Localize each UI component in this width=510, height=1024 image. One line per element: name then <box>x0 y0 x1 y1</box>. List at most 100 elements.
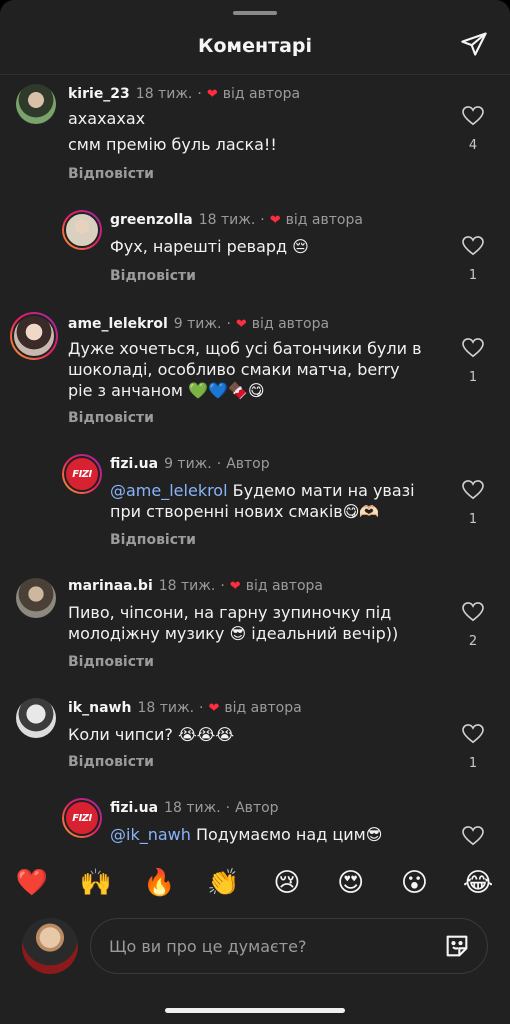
reply-button[interactable]: Відповісти <box>110 532 196 548</box>
username[interactable]: ik_nawh <box>68 700 131 716</box>
like-column: 1 <box>460 338 486 385</box>
comment: greenzolla 18 тиж. · ❤ від автора Фух, на… <box>0 204 510 294</box>
avatar[interactable] <box>16 84 56 124</box>
emoji-raised-hands-button[interactable]: 🙌 <box>76 868 116 898</box>
like-column: 2 <box>460 602 486 649</box>
like-column: 1 <box>460 480 486 527</box>
fizi-logo: FIZI <box>64 456 100 492</box>
avatar[interactable]: FIZI <box>62 454 102 494</box>
reply-button[interactable]: Відповісти <box>110 268 196 284</box>
comment-header: ik_nawh 18 тиж. · ❤ від автора <box>68 700 302 716</box>
liked-by-author: ❤ від автора <box>235 316 330 332</box>
avatar[interactable]: FIZI <box>62 798 102 838</box>
heart-outline-icon[interactable] <box>462 236 484 256</box>
heart-filled-icon: ❤ <box>208 700 220 716</box>
share-button[interactable] <box>458 28 490 60</box>
heart-filled-icon: ❤ <box>269 212 281 228</box>
timestamp: 9 тиж. <box>173 316 222 332</box>
like-count: 2 <box>468 634 478 649</box>
comment-text: Дуже хочеться, щоб усі батончики були в … <box>68 339 422 400</box>
timestamp: 18 тиж. <box>198 212 256 228</box>
emoji-heart-eyes-button[interactable]: 😍 <box>331 868 371 898</box>
avatar[interactable] <box>62 210 102 250</box>
username[interactable]: ame_lelekrol <box>68 316 168 332</box>
comment: kirie_23 18 тиж. · ❤ від автора ахахахах … <box>0 80 510 190</box>
reply-button[interactable]: Відповісти <box>68 654 154 670</box>
timestamp: 18 тиж. <box>137 700 195 716</box>
reply-button[interactable]: Відповісти <box>68 754 154 770</box>
avatar[interactable] <box>16 578 56 618</box>
like-column: 4 <box>460 106 486 153</box>
like-count: 4 <box>468 138 478 153</box>
comment-text: Пиво, чіпсони, на гарну зупиночку під мо… <box>68 603 399 643</box>
heart-outline-icon[interactable] <box>462 826 484 846</box>
header: Коментарі <box>0 26 510 66</box>
liked-by-author: ❤ від автора <box>269 212 363 228</box>
reply-button[interactable]: Відповісти <box>68 410 154 426</box>
timestamp: 18 тиж. <box>158 578 216 594</box>
comment-header: marinaa.bi 18 тиж. · ❤ від автора <box>68 578 323 594</box>
comment-header: kirie_23 18 тиж. · ❤ від автора <box>68 86 300 102</box>
home-indicator[interactable] <box>165 1008 345 1013</box>
mention-link[interactable]: @ame_lelekrol <box>110 481 228 500</box>
send-icon <box>461 32 487 56</box>
heart-filled-icon: ❤ <box>229 578 241 594</box>
comment-input[interactable] <box>109 919 429 973</box>
heart-outline-icon[interactable] <box>462 602 484 622</box>
author-tag: Автор <box>235 800 279 816</box>
username[interactable]: fizi.ua <box>110 456 158 472</box>
like-count: 1 <box>468 512 478 527</box>
sticker-icon[interactable] <box>443 932 471 960</box>
heart-outline-icon[interactable] <box>462 724 484 744</box>
emoji-laugh-button[interactable]: 😂 <box>458 868 498 898</box>
emoji-cry-button[interactable]: 😢 <box>267 868 307 898</box>
comment: FIZI fizi.ua 18 тиж. · Автор @ik_nawh По… <box>0 792 510 854</box>
liked-by-author: ❤ від автора <box>229 578 323 594</box>
separator-dot: · <box>226 316 231 332</box>
like-column <box>460 826 486 846</box>
username[interactable]: fizi.ua <box>110 800 158 816</box>
comment-text: ахахахах смм премію буль ласка!! <box>68 109 277 154</box>
comment: marinaa.bi 18 тиж. · ❤ від автора Пиво, ч… <box>0 570 510 680</box>
emoji-clap-button[interactable]: 👏 <box>203 868 243 898</box>
like-column: 1 <box>460 724 486 771</box>
heart-filled-icon: ❤ <box>235 316 247 332</box>
like-count: 1 <box>468 370 478 385</box>
heart-outline-icon[interactable] <box>462 106 484 126</box>
emoji-fire-button[interactable]: 🔥 <box>139 868 179 898</box>
sheet-grabber[interactable] <box>233 11 277 15</box>
emoji-heart-button[interactable]: ❤️ <box>12 868 52 898</box>
page-title: Коментарі <box>197 35 313 57</box>
reply-button[interactable]: Відповісти <box>68 166 154 182</box>
avatar[interactable] <box>22 918 78 974</box>
emoji-quick-bar: ❤️ 🙌 🔥 👏 😢 😍 😮 😂 <box>0 858 510 908</box>
comment-header: ame_lelekrol 9 тиж. · ❤ від автора <box>68 316 329 332</box>
header-divider <box>0 74 510 75</box>
heart-outline-icon[interactable] <box>462 480 484 500</box>
avatar[interactable] <box>10 312 58 360</box>
comment-input-row <box>0 910 510 980</box>
separator-dot: · <box>220 578 225 594</box>
comment: ik_nawh 18 тиж. · ❤ від автора Коли чипси… <box>0 692 510 786</box>
username[interactable]: marinaa.bi <box>68 578 153 594</box>
avatar[interactable] <box>16 698 56 738</box>
like-count: 1 <box>468 268 478 283</box>
comment-text: @ik_nawh Подумаємо над цим😎 <box>110 825 383 844</box>
heart-filled-icon: ❤ <box>206 86 218 102</box>
timestamp: 18 тиж. <box>164 800 221 816</box>
like-column: 1 <box>460 236 486 283</box>
comment-input-container <box>90 918 488 974</box>
separator-dot: · <box>197 86 202 102</box>
separator-dot: · <box>260 212 265 228</box>
timestamp: 9 тиж. <box>164 456 212 472</box>
username[interactable]: kirie_23 <box>68 86 130 102</box>
heart-outline-icon[interactable] <box>462 338 484 358</box>
comment-header: greenzolla 18 тиж. · ❤ від автора <box>110 212 363 228</box>
emoji-surprised-button[interactable]: 😮 <box>394 868 434 898</box>
mention-link[interactable]: @ik_nawh <box>110 825 191 844</box>
separator-dot: · <box>199 700 204 716</box>
fizi-logo: FIZI <box>64 800 100 836</box>
username[interactable]: greenzolla <box>110 212 193 228</box>
liked-by-author: ❤ від автора <box>208 700 302 716</box>
comment-text: Фух, нарешті ревард 😔 <box>110 237 309 256</box>
